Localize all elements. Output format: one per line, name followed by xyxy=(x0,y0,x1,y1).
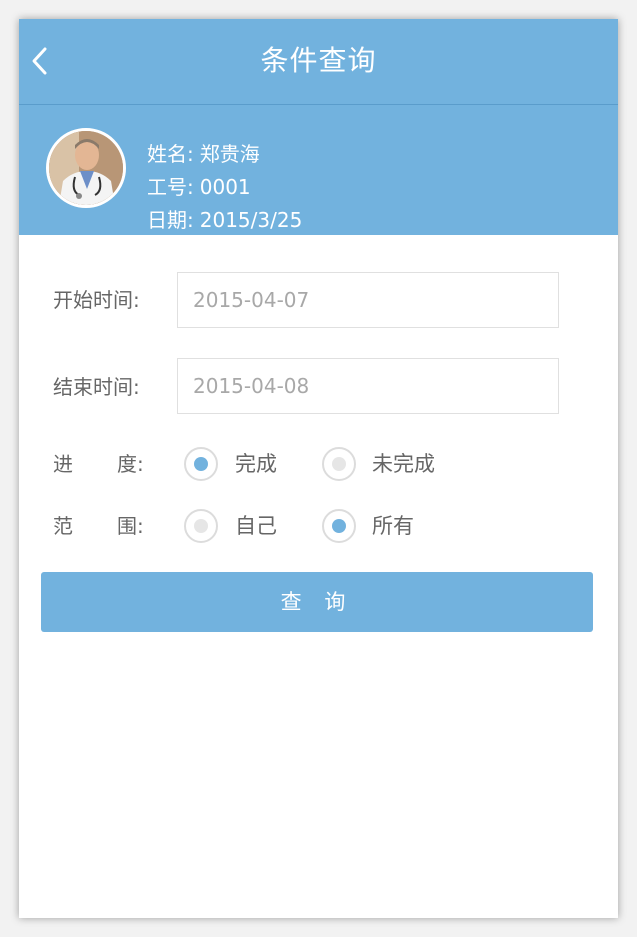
scope-all-radio[interactable] xyxy=(322,509,356,543)
date-value: 2015/3/25 xyxy=(199,208,303,232)
start-time-input[interactable]: 2015-04-07 xyxy=(177,272,559,328)
progress-incomplete-label[interactable]: 未完成 xyxy=(372,450,435,478)
id-value: 0001 xyxy=(199,175,251,199)
scope-label-second: 围: xyxy=(117,514,144,538)
profile-card: 姓名: 郑贵海 工号: 0001 日期: 2015/3/25 xyxy=(19,105,618,235)
page-title: 条件查询 xyxy=(260,44,377,77)
start-time-label: 开始时间: xyxy=(53,288,140,312)
top-bar: 条件查询 xyxy=(19,19,618,104)
name-value: 郑贵海 xyxy=(199,142,260,166)
profile-id: 工号: 0001 xyxy=(147,173,251,201)
profile-date: 日期: 2015/3/25 xyxy=(147,206,302,234)
profile-name: 姓名: 郑贵海 xyxy=(147,140,260,168)
progress-label: 进 度: xyxy=(53,450,144,478)
scope-label-first: 范 xyxy=(53,514,73,538)
progress-label-first: 进 xyxy=(53,452,73,476)
radio-dot xyxy=(332,519,346,533)
scope-all-label[interactable]: 所有 xyxy=(372,512,414,540)
avatar xyxy=(46,128,126,208)
progress-incomplete-radio[interactable] xyxy=(322,447,356,481)
progress-label-second: 度: xyxy=(117,452,144,476)
id-label: 工号: xyxy=(147,175,194,199)
progress-complete-label[interactable]: 完成 xyxy=(235,450,277,478)
end-time-input[interactable]: 2015-04-08 xyxy=(177,358,559,414)
radio-dot xyxy=(332,457,346,471)
scope-label: 范 围: xyxy=(53,512,144,540)
progress-complete-radio[interactable] xyxy=(184,447,218,481)
radio-dot xyxy=(194,457,208,471)
query-button[interactable]: 查 询 xyxy=(41,572,593,632)
scope-self-label[interactable]: 自己 xyxy=(235,512,277,540)
name-label: 姓名: xyxy=(147,142,194,166)
scope-self-radio[interactable] xyxy=(184,509,218,543)
end-time-label: 结束时间: xyxy=(53,375,140,399)
radio-dot xyxy=(194,519,208,533)
date-label: 日期: xyxy=(147,208,194,232)
app-screen: 条件查询 姓名: 郑贵海 工号: 0001 日期: 2015/3/25 开始时间… xyxy=(19,19,618,918)
